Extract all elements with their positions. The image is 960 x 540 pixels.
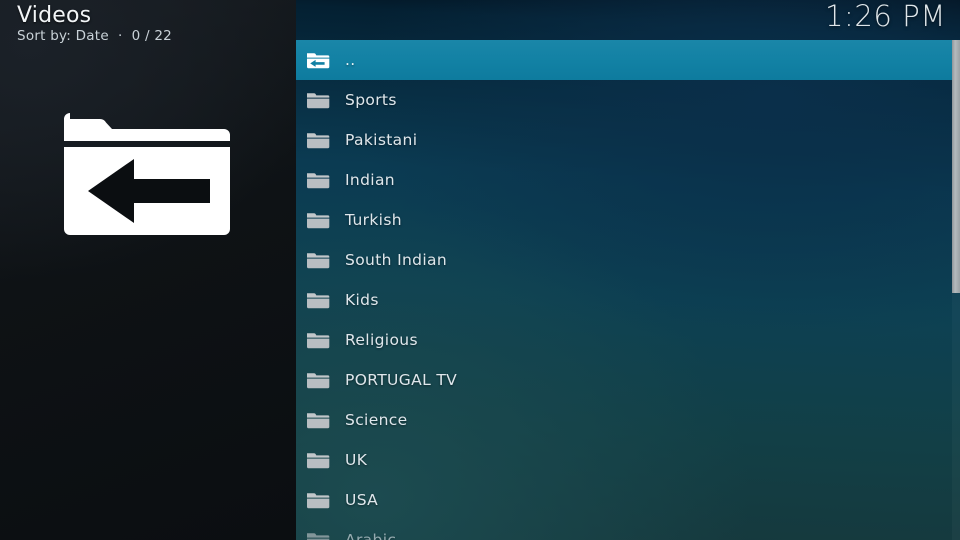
list-item[interactable]: Science bbox=[296, 400, 960, 440]
folder-icon bbox=[306, 370, 330, 390]
list-item[interactable]: South Indian bbox=[296, 240, 960, 280]
list-item[interactable]: .. bbox=[296, 40, 960, 80]
list-item[interactable]: Pakistani bbox=[296, 120, 960, 160]
list-item[interactable]: PORTUGAL TV bbox=[296, 360, 960, 400]
list-item-label: Turkish bbox=[345, 211, 402, 229]
list-item-label: Arabic bbox=[345, 531, 397, 540]
list-item-label: PORTUGAL TV bbox=[345, 371, 458, 389]
file-list[interactable]: .. Sports Pakistani Indian Turkish South Indi… bbox=[296, 40, 960, 540]
list-item-label: Religious bbox=[345, 331, 418, 349]
list-item-label: Pakistani bbox=[345, 131, 418, 149]
folder-icon bbox=[306, 250, 330, 270]
parent-folder-back-icon bbox=[306, 50, 330, 70]
folder-icon bbox=[306, 130, 330, 150]
folder-icon bbox=[306, 410, 330, 430]
list-item-label: Sports bbox=[345, 91, 397, 109]
list-item[interactable]: Turkish bbox=[296, 200, 960, 240]
folder-icon bbox=[306, 90, 330, 110]
folder-icon bbox=[306, 290, 330, 310]
left-info-panel: Videos Sort by: Date · 0 / 22 bbox=[0, 0, 296, 540]
list-item[interactable]: UK bbox=[296, 440, 960, 480]
list-item[interactable]: Indian bbox=[296, 160, 960, 200]
folder-icon bbox=[306, 450, 330, 470]
folder-icon bbox=[306, 330, 330, 350]
list-item[interactable]: Arabic bbox=[296, 520, 960, 540]
list-item-label: .. bbox=[345, 51, 356, 69]
list-item[interactable]: USA bbox=[296, 480, 960, 520]
clock-label: 1:26 PM bbox=[824, 0, 946, 33]
folder-icon bbox=[306, 210, 330, 230]
parent-folder-back-icon bbox=[64, 113, 230, 235]
folder-icon bbox=[306, 490, 330, 510]
list-item[interactable]: Sports bbox=[296, 80, 960, 120]
folder-icon bbox=[306, 170, 330, 190]
list-item-label: UK bbox=[345, 451, 368, 469]
list-item[interactable]: Kids bbox=[296, 280, 960, 320]
list-item-label: South Indian bbox=[345, 251, 448, 269]
list-item-label: Kids bbox=[345, 291, 379, 309]
folder-icon bbox=[306, 530, 330, 540]
page-title: Videos bbox=[17, 3, 92, 28]
list-item-label: Indian bbox=[345, 171, 395, 189]
list-item[interactable]: Religious bbox=[296, 320, 960, 360]
scrollbar-thumb[interactable] bbox=[952, 40, 960, 293]
kodi-file-browser-screen: Videos Sort by: Date · 0 / 22 .. Sports Pa… bbox=[0, 0, 960, 540]
file-list-panel: .. Sports Pakistani Indian Turkish South Indi… bbox=[296, 0, 960, 540]
list-item-label: Science bbox=[345, 411, 408, 429]
sort-info-label: Sort by: Date · 0 / 22 bbox=[17, 28, 173, 44]
list-item-label: USA bbox=[345, 491, 379, 509]
